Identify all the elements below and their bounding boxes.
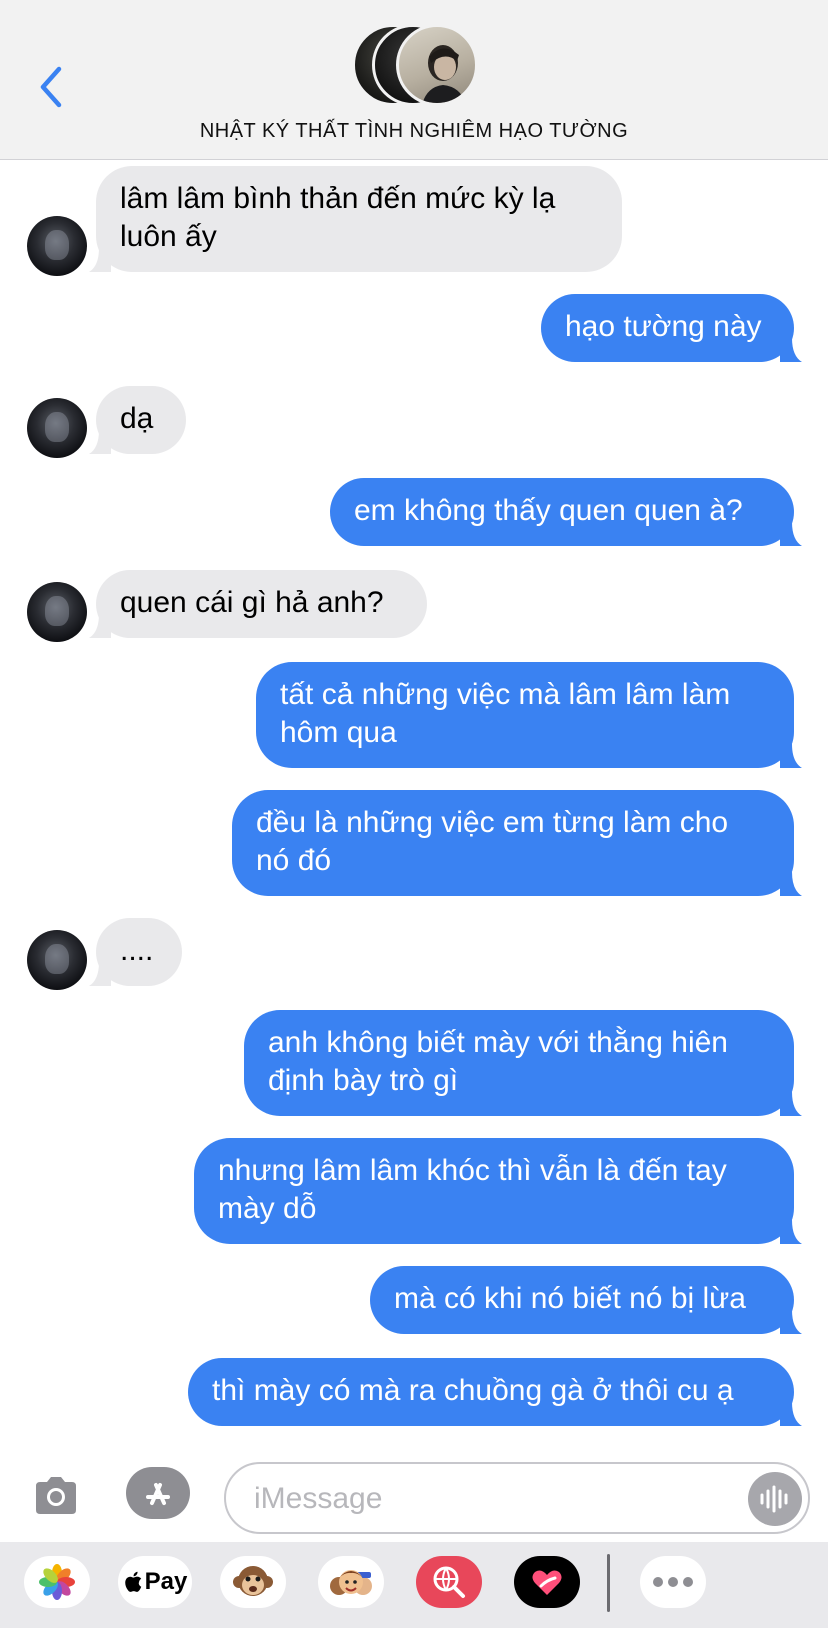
apple-pay-icon: Pay	[123, 1568, 188, 1596]
avatar	[396, 24, 478, 106]
bubble-tail	[89, 614, 111, 638]
message-bubble[interactable]: đều là những việc em từng làm cho nó đó	[232, 790, 794, 896]
monkey-icon	[233, 1566, 273, 1596]
bubble-tail	[780, 522, 802, 546]
app-store-button[interactable]	[126, 1467, 190, 1519]
app-store-icon	[146, 1483, 170, 1505]
camera-icon	[36, 1477, 76, 1514]
group-avatars[interactable]	[352, 24, 482, 108]
sender-avatar[interactable]	[27, 930, 87, 990]
bubble-tail	[780, 744, 802, 768]
photos-icon	[39, 1564, 75, 1600]
bubble-tail	[780, 1092, 802, 1116]
message-bubble[interactable]: thì mày có mà ra chuồng gà ở thôi cu ạ	[188, 1358, 794, 1426]
compose-bar	[0, 1452, 828, 1542]
bubble-tail	[780, 338, 802, 362]
sender-avatar[interactable]	[27, 398, 87, 458]
audio-message-button[interactable]	[748, 1472, 802, 1526]
bubble-tail	[89, 962, 111, 986]
message-input[interactable]	[254, 1480, 714, 1518]
sender-avatar[interactable]	[27, 216, 87, 276]
back-button[interactable]	[30, 62, 70, 112]
photos-app-button[interactable]	[24, 1556, 90, 1608]
conversation-title[interactable]: NHẬT KÝ THẤT TÌNH NGHIÊM HẠO TƯỜNG	[0, 120, 828, 143]
outgoing-message[interactable]: đều là những việc em từng làm cho nó đó	[232, 790, 802, 896]
bubble-tail	[780, 1310, 802, 1334]
message-bubble[interactable]: hạo tường này	[541, 294, 794, 362]
outgoing-message[interactable]: nhưng lâm lâm khóc thì vẫn là đến tay mà…	[194, 1138, 802, 1244]
person-photo-icon	[422, 45, 466, 103]
message-bubble[interactable]: em không thấy quen quen à?	[330, 478, 794, 546]
more-icon	[653, 1577, 693, 1587]
apple-pay-label: Pay	[144, 1568, 188, 1595]
bubble-tail	[780, 872, 802, 896]
outgoing-message[interactable]: em không thấy quen quen à?	[330, 478, 802, 546]
camera-button[interactable]	[30, 1470, 82, 1522]
bubble-tail	[780, 1220, 802, 1244]
memoji-app-button[interactable]	[318, 1556, 384, 1608]
message-field[interactable]	[224, 1462, 810, 1534]
message-thread[interactable]: lâm lâm bình thản đến mức kỳ lạ luôn ấy h…	[0, 160, 828, 1452]
incoming-message[interactable]: quen cái gì hả anh?	[89, 570, 427, 638]
outgoing-message[interactable]: thì mày có mà ra chuồng gà ở thôi cu ạ	[188, 1358, 802, 1426]
message-bubble[interactable]: quen cái gì hả anh?	[96, 570, 427, 638]
message-bubble[interactable]: lâm lâm bình thản đến mức kỳ lạ luôn ấy	[96, 166, 622, 272]
outgoing-message[interactable]: hạo tường này	[541, 294, 802, 362]
outgoing-message[interactable]: anh không biết mày với thằng hiên định b…	[244, 1010, 802, 1116]
message-bubble[interactable]: nhưng lâm lâm khóc thì vẫn là đến tay mà…	[194, 1138, 794, 1244]
incoming-message[interactable]: lâm lâm bình thản đến mức kỳ lạ luôn ấy	[89, 166, 622, 272]
sender-avatar[interactable]	[27, 582, 87, 642]
bubble-tail	[780, 1402, 802, 1426]
digital-touch-app-button[interactable]	[514, 1556, 580, 1608]
more-apps-button[interactable]	[640, 1556, 706, 1608]
app-drawer: Pay	[0, 1542, 828, 1628]
message-bubble[interactable]: tất cả những việc mà lâm lâm làm hôm qua	[256, 662, 794, 768]
animoji-app-button[interactable]	[220, 1556, 286, 1608]
outgoing-message[interactable]: tất cả những việc mà lâm lâm làm hôm qua	[256, 662, 802, 768]
images-search-app-button[interactable]	[416, 1556, 482, 1608]
message-bubble[interactable]: mà có khi nó biết nó bị lừa	[370, 1266, 794, 1334]
memoji-icon	[330, 1570, 372, 1595]
incoming-message[interactable]: ....	[89, 918, 182, 986]
audio-waveform-icon	[760, 1485, 788, 1513]
drawer-divider	[607, 1554, 610, 1612]
incoming-message[interactable]: dạ	[89, 386, 186, 454]
globe-search-icon	[433, 1566, 465, 1598]
bubble-tail	[89, 248, 111, 272]
conversation-header: NHẬT KÝ THẤT TÌNH NGHIÊM HẠO TƯỜNG	[0, 0, 828, 160]
apple-pay-app-button[interactable]: Pay	[118, 1556, 192, 1608]
heart-touch-icon	[532, 1570, 562, 1595]
bubble-tail	[89, 430, 111, 454]
apple-logo-icon	[124, 1571, 141, 1592]
message-bubble[interactable]: anh không biết mày với thằng hiên định b…	[244, 1010, 794, 1116]
outgoing-message[interactable]: mà có khi nó biết nó bị lừa	[370, 1266, 802, 1334]
chevron-left-icon	[40, 66, 62, 108]
